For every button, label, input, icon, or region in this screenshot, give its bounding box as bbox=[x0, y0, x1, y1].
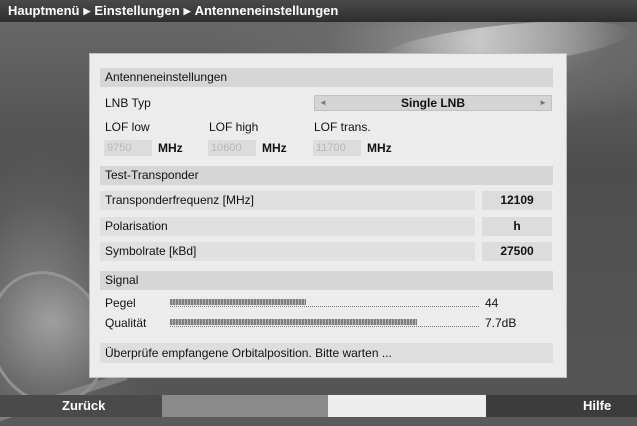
section-antenneneinstellungen: Antenneneinstellungen bbox=[100, 68, 553, 87]
yellow-button[interactable] bbox=[328, 395, 486, 417]
symbolrate-label: Symbolrate [kBd] bbox=[100, 242, 475, 261]
breadcrumb-item-einstellungen[interactable]: Einstellungen bbox=[94, 3, 179, 18]
lof-trans-label: LOF trans. bbox=[314, 120, 371, 134]
transponder-frequency-field[interactable]: 12109 bbox=[482, 191, 552, 210]
qualitaet-meter-fill bbox=[170, 319, 418, 325]
color-button-bar: Zurück Hilfe bbox=[0, 395, 637, 417]
pegel-label: Pegel bbox=[105, 296, 136, 310]
back-button[interactable]: Zurück bbox=[0, 395, 162, 417]
help-button-label: Hilfe bbox=[583, 398, 612, 413]
breadcrumb-item-antenneneinstellungen: Antenneneinstellungen bbox=[194, 3, 339, 18]
qualitaet-value: 7.7dB bbox=[485, 316, 517, 330]
lof-low-unit: MHz bbox=[158, 141, 183, 155]
lof-trans-unit: MHz bbox=[367, 141, 392, 155]
pegel-meter bbox=[170, 298, 479, 307]
lnb-type-value: Single LNB bbox=[400, 96, 465, 110]
lnb-type-label: LNB Typ bbox=[105, 96, 151, 110]
lof-trans-field[interactable]: 11700 bbox=[313, 140, 361, 156]
pegel-value: 44 bbox=[485, 296, 499, 310]
transponder-frequency-label: Transponderfrequenz [MHz] bbox=[100, 191, 475, 210]
breadcrumb: Hauptmenü ▶ Einstellungen ▶ Antenneneinstell… bbox=[0, 0, 637, 22]
qualitaet-meter bbox=[170, 318, 479, 327]
lof-high-field[interactable]: 10600 bbox=[208, 140, 256, 156]
lof-low-label: LOF low bbox=[105, 120, 150, 134]
back-button-label: Zurück bbox=[62, 398, 106, 413]
breadcrumb-separator-icon: ▶ bbox=[83, 6, 91, 16]
breadcrumb-item-hauptmenu[interactable]: Hauptmenü bbox=[8, 3, 80, 18]
lof-high-label: LOF high bbox=[209, 120, 259, 134]
polarisation-field[interactable]: h bbox=[482, 217, 552, 236]
polarisation-label: Polarisation bbox=[100, 217, 475, 236]
qualitaet-label: Qualität bbox=[105, 316, 147, 330]
symbolrate-field[interactable]: 27500 bbox=[482, 242, 552, 261]
pegel-meter-fill bbox=[170, 299, 306, 305]
left-arrow-icon[interactable]: ◄ bbox=[319, 96, 327, 110]
right-arrow-icon[interactable]: ► bbox=[539, 96, 547, 110]
settings-panel: Antenneneinstellungen LNB Typ ◄ Single L… bbox=[89, 53, 567, 378]
section-test-transponder: Test-Transponder bbox=[100, 166, 553, 185]
breadcrumb-separator-icon: ▶ bbox=[183, 6, 191, 16]
section-signal: Signal bbox=[100, 271, 553, 290]
status-message: Überprüfe empfangene Orbitalposition. Bi… bbox=[100, 343, 553, 363]
lof-low-field[interactable]: 9750 bbox=[104, 140, 152, 156]
help-button[interactable]: Hilfe bbox=[486, 395, 637, 417]
green-button[interactable] bbox=[162, 395, 328, 417]
lnb-type-selector[interactable]: ◄ Single LNB ► bbox=[314, 95, 552, 111]
lof-high-unit: MHz bbox=[262, 141, 287, 155]
